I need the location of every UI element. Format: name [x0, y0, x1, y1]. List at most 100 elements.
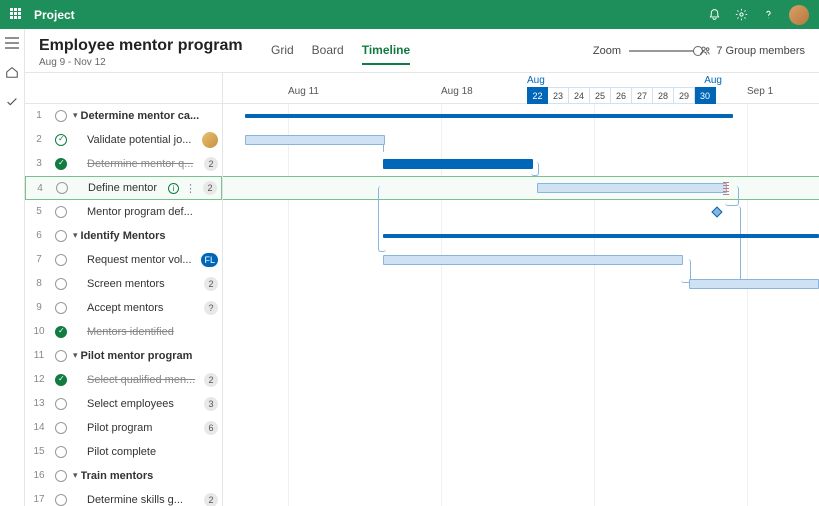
- timeline-row[interactable]: [223, 296, 819, 320]
- menu-icon[interactable]: [5, 37, 19, 49]
- task-row[interactable]: 7Request mentor vol...FL: [25, 248, 222, 272]
- status-circle[interactable]: [55, 254, 67, 266]
- day-cell[interactable]: 23: [548, 87, 569, 104]
- row-number: 9: [29, 302, 49, 313]
- timeline-row[interactable]: [223, 200, 819, 224]
- gantt-bar[interactable]: [383, 159, 533, 169]
- status-circle[interactable]: [55, 422, 67, 434]
- task-badge: 2: [203, 181, 217, 195]
- gantt-bar[interactable]: [245, 114, 733, 118]
- task-row[interactable]: 11▾Pilot mentor program: [25, 344, 222, 368]
- info-icon[interactable]: i: [168, 183, 179, 194]
- app-title: Project: [34, 8, 75, 22]
- status-circle[interactable]: [55, 230, 67, 242]
- status-circle[interactable]: [55, 350, 67, 362]
- day-cell[interactable]: 24: [569, 87, 590, 104]
- status-circle[interactable]: [55, 398, 67, 410]
- row-number: 3: [29, 158, 49, 169]
- zoom-control[interactable]: Zoom: [593, 45, 699, 57]
- help-icon[interactable]: [762, 8, 775, 21]
- row-number: 11: [29, 350, 49, 361]
- day-cell[interactable]: 29: [674, 87, 695, 104]
- timeline-row[interactable]: [223, 392, 819, 416]
- day-cell[interactable]: 22: [527, 87, 548, 104]
- bar-handle[interactable]: [723, 181, 729, 195]
- status-circle[interactable]: [55, 110, 67, 122]
- left-rail: [0, 29, 25, 506]
- chevron-down-icon[interactable]: ▾: [73, 110, 78, 121]
- chevron-down-icon[interactable]: ▾: [73, 470, 78, 481]
- row-number: 16: [29, 470, 49, 481]
- task-row[interactable]: 13Select employees3: [25, 392, 222, 416]
- status-circle[interactable]: [55, 278, 67, 290]
- timeline-row[interactable]: [223, 488, 819, 506]
- task-row[interactable]: 14Pilot program6: [25, 416, 222, 440]
- tab-board[interactable]: Board: [312, 43, 344, 65]
- gantt-bar[interactable]: [383, 255, 683, 265]
- user-avatar[interactable]: [789, 5, 809, 25]
- group-members-button[interactable]: 7 Group members: [699, 45, 805, 57]
- gantt-bar[interactable]: [689, 279, 819, 289]
- task-row[interactable]: 6▾Identify Mentors: [25, 224, 222, 248]
- day-cell[interactable]: 28: [653, 87, 674, 104]
- gantt-bar[interactable]: [537, 183, 727, 193]
- more-icon[interactable]: ⋮: [185, 182, 197, 195]
- timeline-row[interactable]: [223, 368, 819, 392]
- chevron-down-icon[interactable]: ▾: [73, 350, 78, 361]
- waffle-icon[interactable]: [10, 8, 24, 22]
- status-circle[interactable]: [55, 158, 67, 170]
- day-cell[interactable]: 30: [695, 87, 716, 104]
- status-circle[interactable]: [55, 326, 67, 338]
- month-end: Aug: [704, 75, 722, 86]
- task-row[interactable]: 4Define mentori⋮2: [25, 176, 222, 200]
- zoom-slider[interactable]: [629, 50, 699, 52]
- date-range-selector[interactable]: 222324252627282930: [527, 87, 722, 104]
- row-number: 2: [29, 134, 49, 145]
- status-circle[interactable]: [55, 374, 67, 386]
- status-circle[interactable]: [55, 206, 67, 218]
- task-row[interactable]: 16▾Train mentors: [25, 464, 222, 488]
- status-circle[interactable]: [55, 470, 67, 482]
- timeline-pane[interactable]: Aug 11Aug 18Sep 1 Aug Aug 22232425262728…: [223, 73, 819, 506]
- task-row[interactable]: 3Determine mentor q...2: [25, 152, 222, 176]
- timeline-row[interactable]: [223, 344, 819, 368]
- task-row[interactable]: 10Mentors identified: [25, 320, 222, 344]
- status-circle[interactable]: [55, 134, 67, 146]
- task-name: Screen mentors: [73, 278, 204, 290]
- task-row[interactable]: 17Determine skills g...2: [25, 488, 222, 506]
- zoom-label: Zoom: [593, 45, 621, 57]
- task-row[interactable]: 8Screen mentors2: [25, 272, 222, 296]
- tab-timeline[interactable]: Timeline: [362, 43, 410, 65]
- day-cell[interactable]: 27: [632, 87, 653, 104]
- assignee-avatar[interactable]: [202, 132, 218, 148]
- chevron-down-icon[interactable]: ▾: [73, 230, 78, 241]
- day-cell[interactable]: 26: [611, 87, 632, 104]
- task-row[interactable]: 1▾Determine mentor ca...: [25, 104, 222, 128]
- status-circle[interactable]: [56, 182, 68, 194]
- row-number: 6: [29, 230, 49, 241]
- tab-grid[interactable]: Grid: [271, 43, 294, 65]
- status-circle[interactable]: [55, 446, 67, 458]
- timeline-row[interactable]: [223, 416, 819, 440]
- home-icon[interactable]: [5, 65, 19, 79]
- row-number: 10: [29, 326, 49, 337]
- timeline-row[interactable]: [223, 464, 819, 488]
- status-circle[interactable]: [55, 302, 67, 314]
- task-row[interactable]: 15Pilot complete: [25, 440, 222, 464]
- task-row[interactable]: 2Validate potential jo...: [25, 128, 222, 152]
- status-circle[interactable]: [55, 494, 67, 506]
- task-row[interactable]: 12Select qualified men...2: [25, 368, 222, 392]
- gantt-bar[interactable]: [245, 135, 385, 145]
- gantt-bar[interactable]: [383, 234, 819, 238]
- day-cell[interactable]: 25: [590, 87, 611, 104]
- date-tick: Sep 1: [747, 86, 773, 97]
- timeline-row[interactable]: [223, 440, 819, 464]
- task-row[interactable]: 9Accept mentors?: [25, 296, 222, 320]
- bell-icon[interactable]: [708, 8, 721, 21]
- gear-icon[interactable]: [735, 8, 748, 21]
- check-icon[interactable]: [5, 95, 19, 109]
- timeline-row[interactable]: [223, 176, 819, 200]
- timeline-row[interactable]: [223, 320, 819, 344]
- task-name: Select employees: [73, 398, 204, 410]
- task-row[interactable]: 5Mentor program def...: [25, 200, 222, 224]
